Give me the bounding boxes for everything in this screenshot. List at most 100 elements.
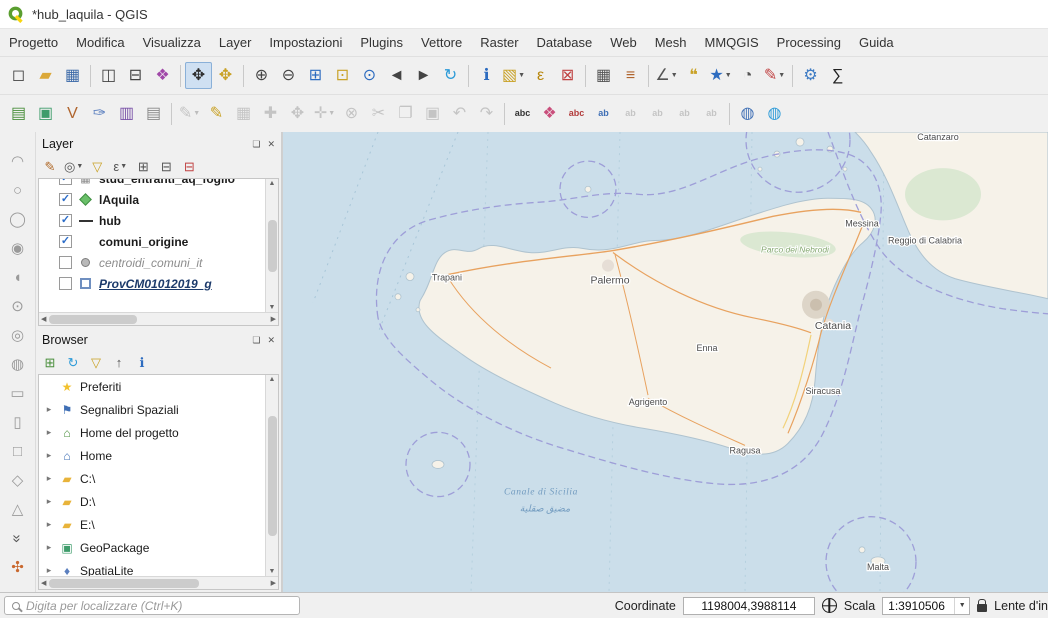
scroll-down-icon[interactable]: ▼ [269,568,276,575]
refresh-browser-button[interactable]: ↻ [62,352,84,372]
expand-arrow-icon[interactable]: ▸ [44,565,54,576]
close-panel-icon[interactable]: ✕ [267,335,275,346]
vertex-tool-button[interactable]: ✛▼ [311,100,338,127]
open-project-button[interactable]: ▰ [32,62,59,89]
new-geopackage-layer-button[interactable]: ▣ [32,100,59,127]
layer-item[interactable]: ✓lAquila [39,189,265,210]
layer-checkbox[interactable] [59,277,72,290]
browser-item[interactable]: ▸▰D:\ [39,490,265,513]
layer-checkbox[interactable]: ✓ [59,235,72,248]
layer-item[interactable]: ✓hub [39,210,265,231]
layer-item[interactable]: ✓▦stud_entranti_aq_foglio [39,179,265,189]
change-label-button[interactable]: ab [698,100,725,127]
measure-button[interactable]: ∠▼ [653,62,680,89]
coordinate-input[interactable]: 1198004,3988114 [683,597,815,615]
expand-arrow-icon[interactable]: ▸ [44,473,54,484]
zoom-to-selection-button[interactable]: ⊡ [329,62,356,89]
undo-button[interactable]: ↶ [446,100,473,127]
new-annotation-button[interactable]: ✎▼ [761,62,788,89]
shape-digitizing-more-button[interactable]: ✣ [6,556,30,578]
open-layer-styling-button[interactable]: ✎ [39,156,61,176]
layer-checkbox[interactable]: ✓ [59,179,72,185]
layer-item[interactable]: ✓comuni_origine [39,231,265,252]
redo-button[interactable]: ↷ [473,100,500,127]
scroll-thumb[interactable] [268,220,277,272]
menu-progetto[interactable]: Progetto [0,35,67,50]
toggle-editing-button[interactable]: ✎ [203,100,230,127]
copy-features-button[interactable]: ❐ [392,100,419,127]
scroll-thumb[interactable] [268,416,277,536]
collapse-all-browser-button[interactable]: ↑ [108,352,130,372]
pan-map-button[interactable]: ✥ [185,62,212,89]
expand-arrow-icon[interactable]: ▸ [44,427,54,438]
add-selected-layers-button[interactable]: ⊞ [39,352,61,372]
menu-mesh[interactable]: Mesh [646,35,696,50]
zoom-next-button[interactable]: ► [410,62,437,89]
circle-by-center-point-button[interactable]: ◉ [6,237,30,259]
filter-by-expression-button[interactable]: ε▼ [109,156,131,176]
zoom-last-button[interactable]: ◄ [383,62,410,89]
layer-item[interactable]: ProvCM01012019_g [39,273,265,294]
chevron-down-icon[interactable]: ▼ [954,598,969,614]
scroll-up-icon[interactable]: ▲ [269,180,276,187]
expand-arrow-icon[interactable]: ▸ [44,404,54,415]
zoom-full-button[interactable]: ⊞ [302,62,329,89]
new-bookmark-button[interactable]: ★▼ [707,62,734,89]
delete-selected-button[interactable]: ⊗ [338,100,365,127]
cut-features-button[interactable]: ✂ [365,100,392,127]
circle-from-2-points-button[interactable]: ○ [6,179,30,201]
filter-legend-button[interactable]: ▽ [86,156,108,176]
browser-item[interactable]: ▸▰C:\ [39,467,265,490]
rotate-label-button[interactable]: ab [671,100,698,127]
browser-item[interactable]: ★Preferiti [39,375,265,398]
open-attribute-table-button[interactable]: ▦ [590,62,617,89]
manage-map-themes-button[interactable]: ◎▼ [62,156,85,176]
scroll-right-icon[interactable]: ▶ [271,579,276,587]
refresh-map-button[interactable]: ↻ [437,62,464,89]
qgis-hub-button[interactable]: ◍ [761,100,788,127]
scale-combobox[interactable]: 1:3910506 ▼ [882,597,970,615]
toolbar-overflow-button[interactable]: » [6,527,30,549]
zoom-out-button[interactable]: ⊖ [275,62,302,89]
remove-layer-button[interactable]: ⊟ [178,156,200,176]
metasearch-button[interactable]: ◍ [734,100,761,127]
map-tips-button[interactable]: ❝ [680,62,707,89]
paste-features-button[interactable]: ▣ [419,100,446,127]
menu-visualizza[interactable]: Visualizza [134,35,210,50]
save-project-button[interactable]: ▦ [59,62,86,89]
layer-item[interactable]: centroidi_comuni_it [39,252,265,273]
rectangle-from-center-button[interactable]: ▭ [6,382,30,404]
ellipse-from-extent-button[interactable]: ◎ [6,324,30,346]
rectangle-from-extent-button[interactable]: ▯ [6,411,30,433]
menu-impostazioni[interactable]: Impostazioni [260,35,351,50]
ellipse-from-foci-button[interactable]: ◍ [6,353,30,375]
crs-globe-icon[interactable] [822,598,837,613]
identify-features-button[interactable]: ℹ [473,62,500,89]
expand-arrow-icon[interactable]: ▸ [44,542,54,553]
layer-checkbox[interactable] [59,256,72,269]
zoom-to-layer-button[interactable]: ⊙ [356,62,383,89]
new-virtual-layer-button[interactable]: ▥ [113,100,140,127]
scroll-up-icon[interactable]: ▲ [269,376,276,383]
collapse-all-button[interactable]: ⊟ [155,156,177,176]
browser-item[interactable]: ▸♦SpatiaLite [39,559,265,576]
zoom-in-button[interactable]: ⊕ [248,62,275,89]
scroll-left-icon[interactable]: ◀ [41,315,46,323]
select-features-button[interactable]: ▧▼ [500,62,527,89]
browser-vertical-scrollbar[interactable]: ▲ ▼ [265,375,278,576]
scroll-down-icon[interactable]: ▼ [269,304,276,311]
expand-arrow-icon[interactable]: ▸ [44,496,54,507]
browser-horizontal-scrollbar[interactable]: ◀ ▶ [39,576,278,589]
deselect-all-button[interactable]: ⊠ [554,62,581,89]
processing-toolbox-button[interactable]: ⚙ [797,62,824,89]
browser-item[interactable]: ▸⌂Home del progetto [39,421,265,444]
layer-labeling-button[interactable]: abc [509,100,536,127]
move-feature-button[interactable]: ✥ [284,100,311,127]
regular-polygon-center-button[interactable]: △ [6,498,30,520]
menu-raster[interactable]: Raster [471,35,527,50]
regular-polygon-2-points-button[interactable]: ◇ [6,469,30,491]
new-temporary-scratch-layer-button[interactable]: ▤ [140,100,167,127]
new-spatialite-layer-button[interactable]: ✑ [86,100,113,127]
circle-from-3-points-button[interactable]: ◯ [6,208,30,230]
menu-vettore[interactable]: Vettore [412,35,471,50]
